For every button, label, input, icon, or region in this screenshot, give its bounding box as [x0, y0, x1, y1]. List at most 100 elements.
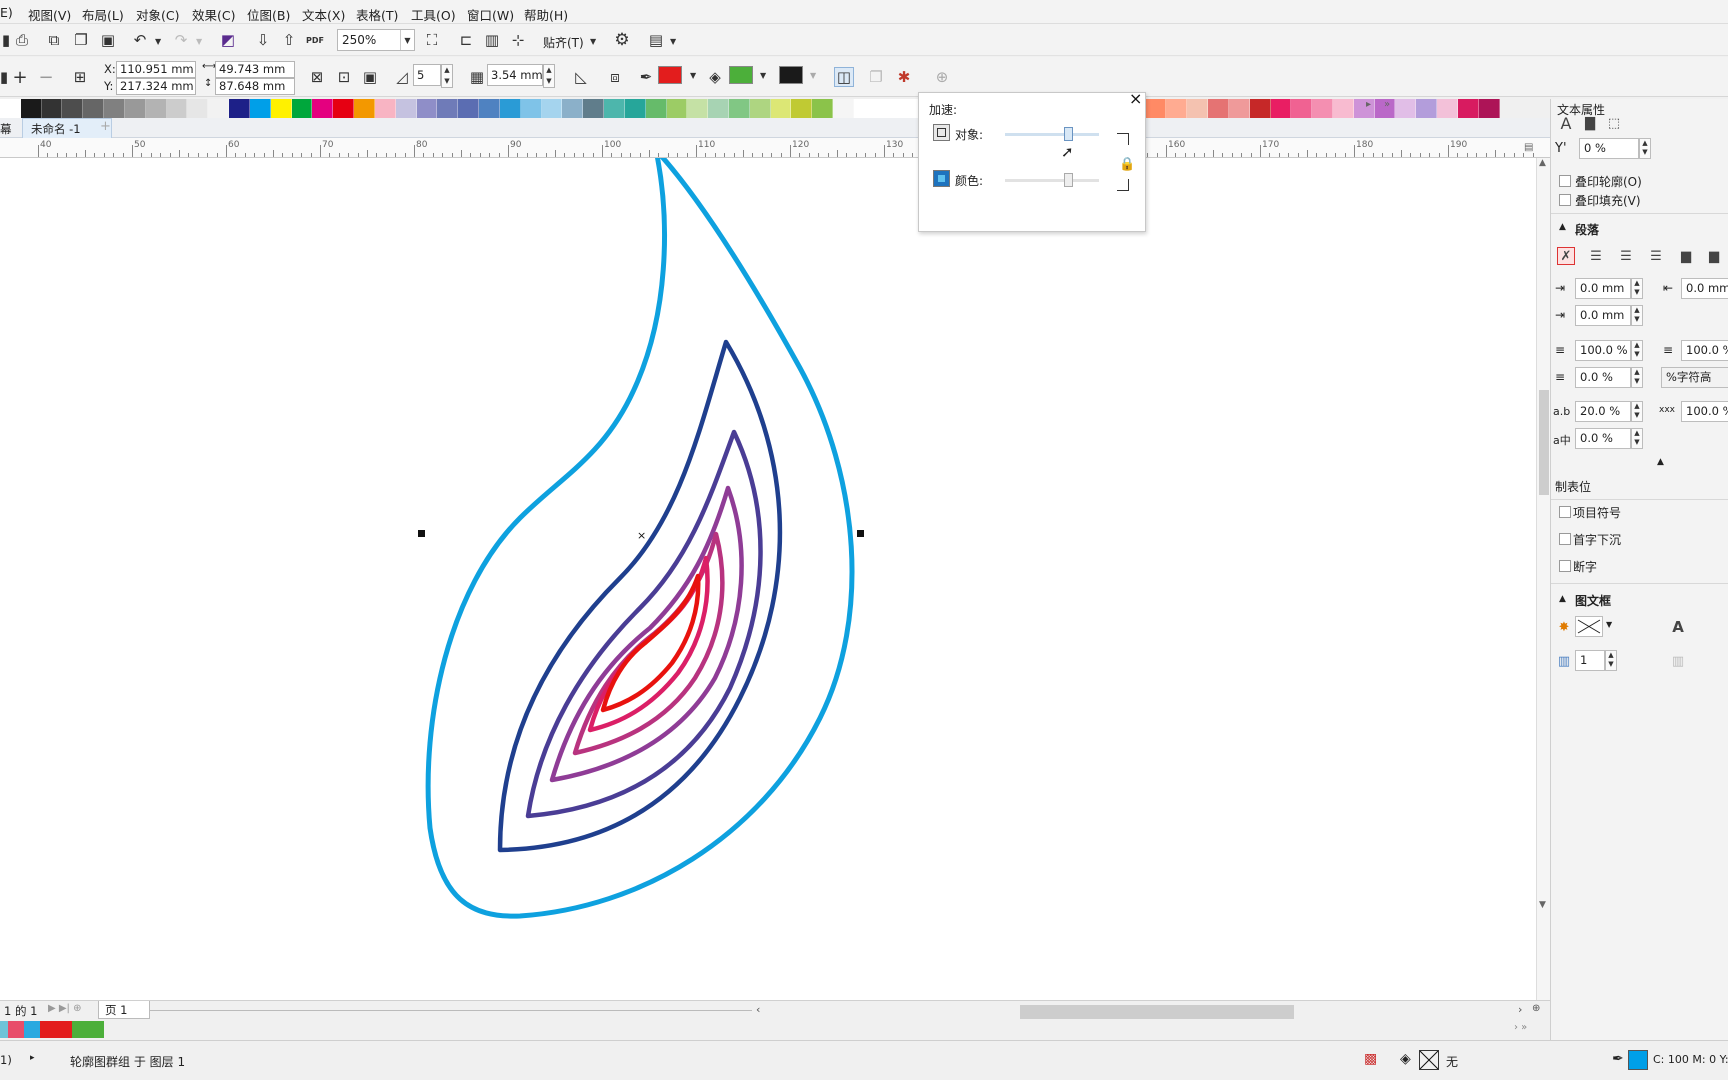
undo-dropdown-icon[interactable]: ▼	[155, 37, 161, 46]
ruler-options-icon[interactable]: ▤	[1524, 142, 1533, 153]
palette-swatch[interactable]	[1353, 99, 1375, 118]
palette-swatch[interactable]	[1416, 99, 1438, 118]
line-spacing-spinner[interactable]: ▲ ▼	[1631, 340, 1643, 361]
to-center-icon[interactable]: ⊠	[307, 67, 327, 87]
clear-contour-icon[interactable]: ✱	[894, 67, 914, 87]
close-icon[interactable]: ×	[1129, 89, 1142, 108]
steps-field[interactable]: 5	[413, 64, 441, 86]
palette-swatch[interactable]	[41, 99, 63, 118]
paragraph-collapse-icon[interactable]: ▲	[1657, 457, 1664, 467]
color-accel-slider[interactable]	[1063, 173, 1073, 187]
menu-view[interactable]: 视图(V)	[28, 5, 71, 24]
align-center-icon[interactable]: ☰	[1617, 247, 1635, 265]
char-spacing-spinner[interactable]: ▲ ▼	[1631, 401, 1643, 422]
import-icon[interactable]: ⇩	[253, 30, 273, 50]
status-arrow-icon[interactable]: ▸	[30, 1053, 35, 1063]
palette-swatch[interactable]	[104, 99, 125, 118]
columns-spinner[interactable]: ▲ ▼	[1605, 650, 1617, 671]
drawing-canvas[interactable]: ×	[0, 143, 1536, 1000]
align-right-icon[interactable]: ☰	[1647, 247, 1665, 265]
offset-field[interactable]: 3.54 mm	[487, 64, 543, 86]
launch-dropdown-icon[interactable]: ▼	[670, 37, 676, 46]
palette-swatch[interactable]	[562, 99, 584, 118]
palette-swatch[interactable]	[1457, 99, 1479, 118]
add-icon[interactable]: ⊕	[932, 67, 952, 87]
redo-dropdown-icon[interactable]: ▼	[196, 37, 202, 46]
char-spacing-field[interactable]: 20.0 %	[1575, 401, 1631, 422]
menu-edit[interactable]: E)	[0, 5, 13, 20]
document-palette-swatch[interactable]	[56, 1021, 72, 1038]
para-after-field[interactable]: 100.0 %	[1681, 340, 1728, 361]
corners-icon[interactable]: ◺	[571, 67, 591, 87]
launch-icon[interactable]: ▤	[646, 30, 666, 50]
steps-spinner[interactable]: ▲ ▼	[441, 64, 453, 88]
scroll-down-icon[interactable]: ▼	[1539, 900, 1546, 910]
spacing-unit-select[interactable]: %字符高	[1661, 367, 1728, 388]
force-justify-icon[interactable]: ▆	[1705, 247, 1723, 265]
right-indent-field[interactable]: 0.0 mm	[1681, 278, 1728, 299]
first-line-indent-spinner[interactable]: ▲ ▼	[1631, 278, 1643, 299]
palette-swatch[interactable]	[708, 99, 729, 118]
document-palette-swatch[interactable]	[88, 1021, 104, 1038]
palette-swatch[interactable]	[499, 99, 521, 118]
dropcap-checkbox[interactable]	[1559, 533, 1571, 545]
line-spacing-field[interactable]: 100.0 %	[1575, 340, 1631, 361]
palette-swatch[interactable]	[1333, 99, 1354, 118]
object-color-dropdown-icon[interactable]: ▼	[810, 71, 816, 80]
lock-icon[interactable]: 🔒	[1119, 157, 1135, 172]
frame-fill-select[interactable]	[1575, 616, 1603, 637]
column-settings-icon[interactable]: ▥	[1669, 652, 1687, 670]
outline-pen-icon[interactable]: ✒	[636, 67, 656, 87]
pdf-icon[interactable]: PDF	[305, 30, 325, 50]
word-spacing-field[interactable]: 100.0 %	[1681, 401, 1728, 422]
object-origin-icon[interactable]: ⊞	[70, 67, 90, 87]
document-palette-swatch[interactable]	[24, 1021, 40, 1038]
palette-swatch[interactable]	[166, 99, 188, 118]
object-accel-slider[interactable]	[1063, 127, 1073, 141]
character-icon[interactable]: A	[1557, 114, 1575, 133]
para-before-field[interactable]: 0.0 %	[1575, 367, 1631, 388]
cut-icon[interactable]: ⧉	[44, 30, 64, 50]
document-palette-swatch[interactable]	[72, 1021, 88, 1038]
palette-swatch[interactable]	[270, 99, 292, 118]
palette-swatch[interactable]	[791, 99, 813, 118]
palette-swatch[interactable]	[895, 99, 917, 118]
palette-swatch[interactable]	[354, 99, 375, 118]
palette-swatch[interactable]	[853, 99, 875, 118]
object-color-swatch[interactable]	[779, 66, 803, 84]
palette-scroll-right-icon[interactable]: ▸	[1366, 99, 1371, 110]
color-accel-track[interactable]	[1005, 179, 1099, 182]
palette-swatch[interactable]	[728, 99, 750, 118]
print-icon[interactable]: ⎙	[12, 30, 32, 50]
palette-swatch[interactable]	[1270, 99, 1292, 118]
x-position-field[interactable]: 110.951 mm	[116, 61, 196, 78]
palette-swatch[interactable]	[312, 99, 334, 118]
palette-swatch[interactable]	[1228, 99, 1250, 118]
add-preset-icon[interactable]: +	[10, 67, 30, 88]
vertical-scrollbar[interactable]: ▲ ▼	[1536, 158, 1550, 1000]
remove-preset-icon[interactable]: −	[36, 67, 56, 88]
palette-swatch[interactable]	[62, 99, 84, 118]
background-color-icon[interactable]: ✸	[1555, 618, 1573, 636]
menu-layout[interactable]: 布局(L)	[82, 5, 124, 24]
outside-icon[interactable]: ▣	[360, 67, 380, 87]
palette-swatch[interactable]	[1478, 99, 1500, 118]
palette-swatch[interactable]	[479, 99, 500, 118]
width-field[interactable]: 49.743 mm	[215, 61, 295, 78]
fill-color-dropdown-icon[interactable]: ▼	[760, 71, 766, 80]
object-accel-track[interactable]	[1005, 133, 1099, 136]
horizontal-scroll-thumb[interactable]	[1020, 1005, 1294, 1019]
palette-swatch[interactable]	[749, 99, 771, 118]
palette-expand-icon[interactable]: »	[1384, 99, 1390, 110]
fill-bucket-icon[interactable]: ◈	[705, 67, 725, 87]
palette-swatch[interactable]	[20, 99, 42, 118]
snap-dropdown-icon[interactable]: ▼	[590, 37, 596, 46]
undo-icon[interactable]: ↶	[130, 30, 150, 50]
menu-tools[interactable]: 工具(O)	[411, 5, 456, 24]
palette-swatch[interactable]	[541, 99, 563, 118]
palette-swatch[interactable]	[874, 99, 896, 118]
palette-swatch[interactable]	[416, 99, 438, 118]
lang-spacing-field[interactable]: 0.0 %	[1575, 428, 1631, 449]
palette-swatch[interactable]	[124, 99, 146, 118]
copy-icon[interactable]: ❐	[71, 30, 91, 50]
